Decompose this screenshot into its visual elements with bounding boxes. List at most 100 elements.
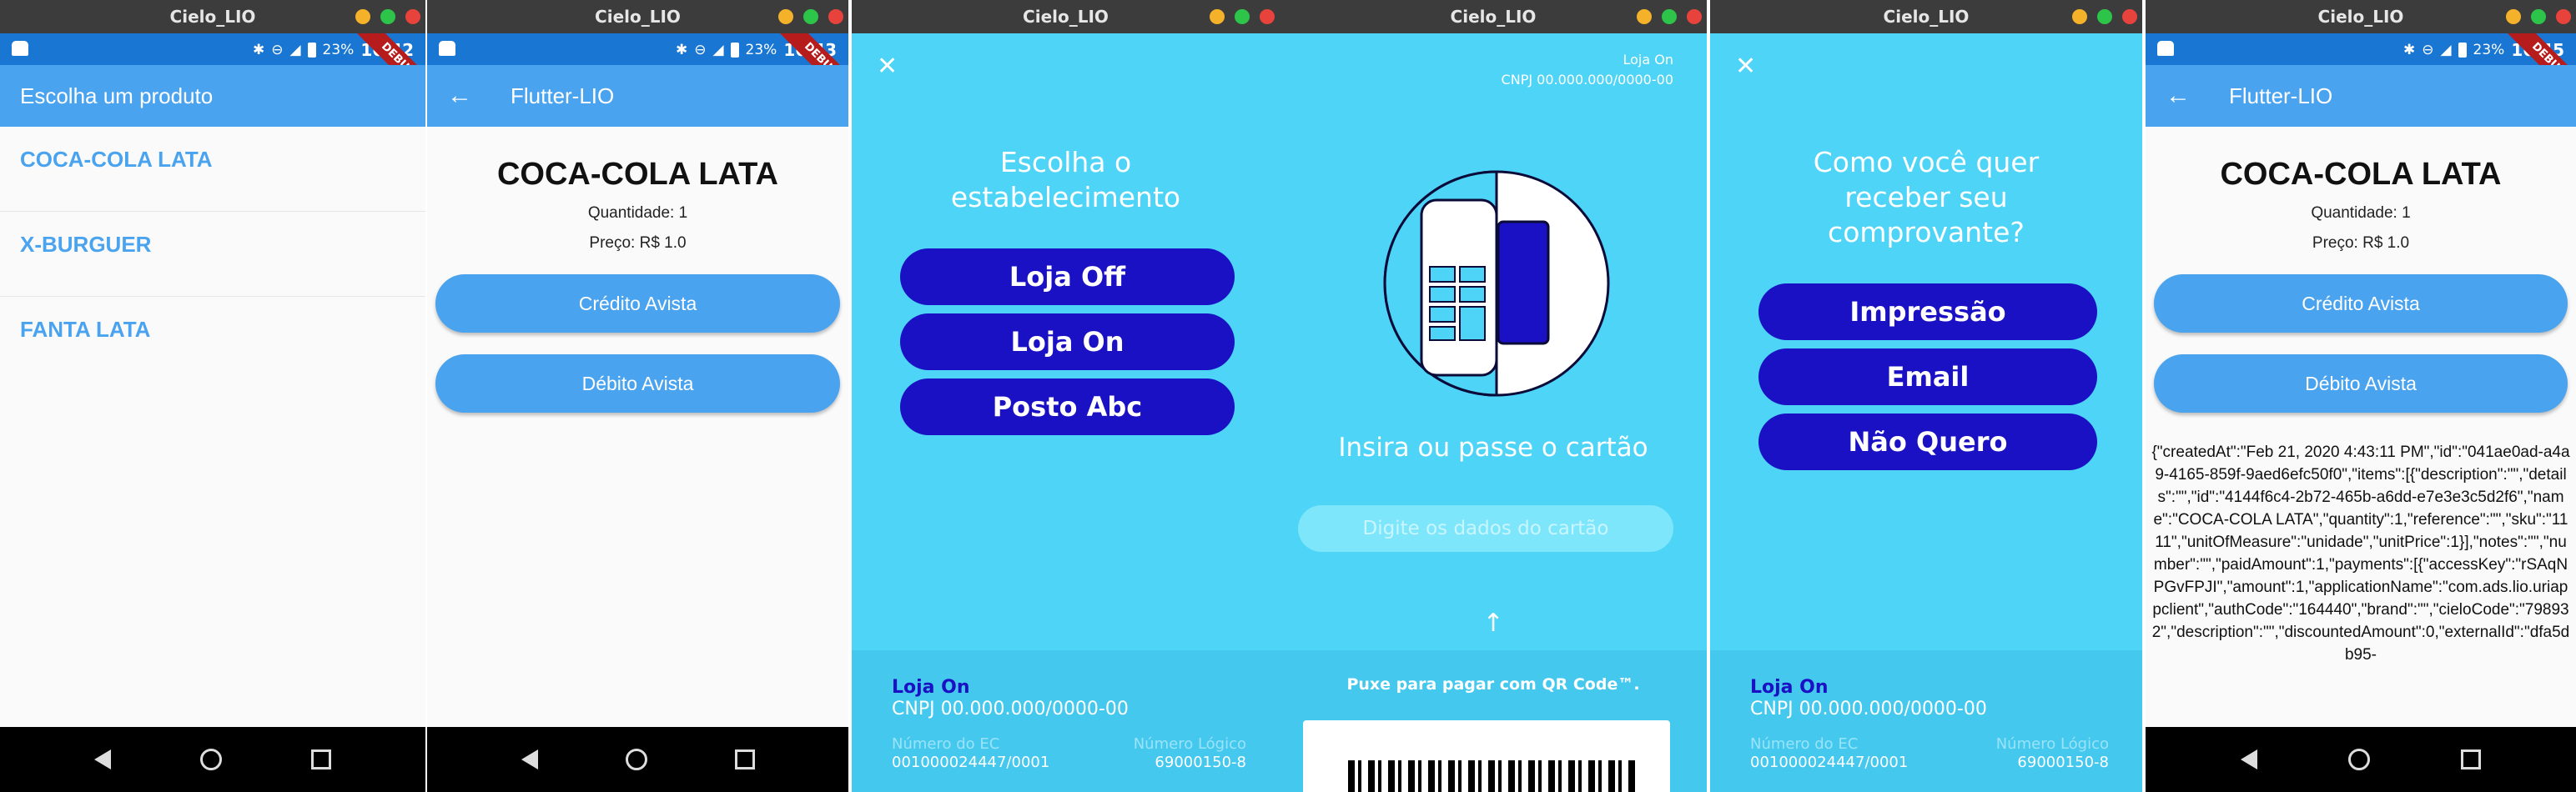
debit-button[interactable]: Débito Avista bbox=[2154, 354, 2568, 413]
credit-button[interactable]: Crédito Avista bbox=[2154, 274, 2568, 333]
app-bar-title: Flutter-LIO bbox=[2229, 83, 2333, 108]
close-icon[interactable]: ✕ bbox=[1735, 52, 1756, 81]
bluetooth-icon: ✱ bbox=[252, 42, 265, 58]
app-bar-title: Flutter-LIO bbox=[511, 83, 615, 108]
qr-hint: Puxe para pagar com QR Code™. bbox=[1346, 675, 1640, 694]
debit-button[interactable]: Débito Avista bbox=[435, 354, 840, 413]
close-button[interactable] bbox=[2122, 9, 2137, 24]
qr-pay-panel: Puxe para pagar com QR Code™. bbox=[1280, 650, 1707, 792]
back-arrow-icon[interactable]: ← bbox=[2166, 65, 2191, 127]
close-button[interactable] bbox=[1260, 9, 1275, 24]
dnd-icon: ⊖ bbox=[2422, 42, 2434, 58]
maximize-button[interactable] bbox=[2531, 9, 2546, 24]
maximize-button[interactable] bbox=[380, 9, 395, 24]
window-title: Cielo_LIO bbox=[169, 7, 256, 27]
logic-value: 69000150-8 bbox=[2017, 754, 2109, 771]
android-icon bbox=[2157, 41, 2174, 56]
window-product-detail: Cielo_LIO ✱ ⊖ ◢ 23% 16:43 DEBUG ← Flutte… bbox=[427, 0, 848, 792]
receipt-option[interactable]: Não Quero bbox=[1758, 414, 2097, 470]
app-bar: ← Flutter-LIO bbox=[2146, 65, 2576, 127]
product-detail: COCA-COLA LATA Quantidade: 1 Preço: R$ 1… bbox=[2146, 127, 2576, 727]
lio-screen: ✕ Como você quer receber seu comprovante… bbox=[1710, 33, 2142, 792]
window-titlebar[interactable]: Cielo_LIO bbox=[427, 0, 848, 33]
window-receipt-choice: Cielo_LIO ✕ Como você quer receber seu c… bbox=[1710, 0, 2142, 792]
maximize-button[interactable] bbox=[1235, 9, 1250, 24]
window-product-list: Cielo_LIO ✱ ⊖ ◢ 23% 16:42 DEBUG Escolha … bbox=[0, 0, 425, 792]
terminal-info-footer: Loja On CNPJ 00.000.000/0000-00 Número d… bbox=[852, 650, 1280, 792]
clock: 16:43 bbox=[783, 40, 837, 60]
window-titlebar[interactable]: Cielo_LIO bbox=[1710, 0, 2142, 33]
battery-level: 23% bbox=[745, 42, 777, 58]
window-card-payment: Cielo_LIO Loja On CNPJ 00.000.000/0000-0… bbox=[1280, 0, 1707, 792]
maximize-button[interactable] bbox=[1662, 9, 1677, 24]
window-title: Cielo_LIO bbox=[595, 7, 681, 27]
card-instruction: Insira ou passe o cartão bbox=[1338, 433, 1648, 463]
signal-icon: ◢ bbox=[712, 42, 724, 58]
minimize-button[interactable] bbox=[1210, 9, 1225, 24]
window-titlebar[interactable]: Cielo_LIO bbox=[852, 0, 1280, 33]
manual-entry-button[interactable]: Digite os dados do cartão bbox=[1298, 505, 1673, 552]
home-nav-icon[interactable] bbox=[2347, 749, 2370, 770]
terminal-info-footer: Loja On CNPJ 00.000.000/0000-00 Número d… bbox=[1710, 650, 2142, 792]
recents-nav-icon[interactable] bbox=[734, 749, 755, 769]
establishment-option[interactable]: Posto Abc bbox=[900, 378, 1235, 435]
close-icon[interactable]: ✕ bbox=[877, 52, 898, 81]
minimize-button[interactable] bbox=[1637, 9, 1652, 24]
app-bar: ← Flutter-LIO bbox=[427, 65, 848, 127]
ec-value: 001000024447/0001 bbox=[892, 754, 1050, 771]
back-arrow-icon[interactable]: ← bbox=[447, 65, 472, 127]
maximize-button[interactable] bbox=[2097, 9, 2112, 24]
payment-response-text: {"createdAt":"Feb 21, 2020 4:43:11 PM","… bbox=[2151, 444, 2570, 664]
nav-bar bbox=[2146, 727, 2576, 792]
minimize-button[interactable] bbox=[2506, 9, 2521, 24]
back-nav-icon[interactable] bbox=[94, 749, 112, 769]
close-button[interactable] bbox=[1687, 9, 1702, 24]
back-nav-icon[interactable] bbox=[521, 749, 538, 769]
battery-level: 23% bbox=[322, 42, 355, 58]
logic-label: Número Lógico bbox=[1995, 735, 2109, 753]
credit-button[interactable]: Crédito Avista bbox=[435, 274, 840, 333]
battery-level: 23% bbox=[2473, 42, 2505, 58]
recents-nav-icon[interactable] bbox=[310, 749, 331, 769]
product-detail: COCA-COLA LATA Quantidade: 1 Preço: R$ 1… bbox=[427, 127, 848, 727]
footer-cnpj: CNPJ 00.000.000/0000-00 bbox=[1750, 699, 1987, 719]
establishment-option[interactable]: Loja On bbox=[900, 313, 1235, 370]
list-item[interactable]: X-BURGUER bbox=[0, 212, 425, 297]
qr-card[interactable] bbox=[1303, 720, 1670, 792]
window-choose-establishment: Cielo_LIO ✕ Escolha o estabelecimento Lo… bbox=[852, 0, 1280, 792]
recents-nav-icon[interactable] bbox=[2460, 749, 2481, 769]
product-name: COCA-COLA LATA bbox=[496, 157, 778, 192]
list-item[interactable]: COCA-COLA LATA bbox=[0, 127, 425, 212]
minimize-button[interactable] bbox=[778, 9, 793, 24]
ec-value: 001000024447/0001 bbox=[1750, 754, 1909, 771]
screen-heading: Como você quer receber seu comprovante? bbox=[1813, 146, 2040, 248]
product-price: Preço: R$ 1.0 bbox=[589, 234, 687, 252]
ec-label: Número do EC bbox=[1750, 735, 1859, 753]
establishment-option[interactable]: Loja Off bbox=[900, 248, 1235, 305]
up-arrow-icon[interactable]: ↑ bbox=[1280, 609, 1707, 638]
home-nav-icon[interactable] bbox=[199, 749, 222, 770]
window-titlebar[interactable]: Cielo_LIO bbox=[0, 0, 425, 33]
back-nav-icon[interactable] bbox=[2241, 749, 2258, 769]
window-titlebar[interactable]: Cielo_LIO bbox=[2146, 0, 2576, 33]
app-bar-title: Escolha um produto bbox=[20, 83, 214, 108]
ec-label: Número do EC bbox=[892, 735, 1000, 753]
nav-bar bbox=[0, 727, 425, 792]
home-nav-icon[interactable] bbox=[625, 749, 647, 770]
list-item[interactable]: FANTA LATA bbox=[0, 297, 425, 382]
footer-store: Loja On bbox=[1750, 677, 1829, 698]
close-button[interactable] bbox=[405, 9, 420, 24]
close-button[interactable] bbox=[828, 9, 843, 24]
footer-cnpj: CNPJ 00.000.000/0000-00 bbox=[892, 699, 1129, 719]
receipt-option[interactable]: Email bbox=[1758, 348, 2097, 405]
maximize-button[interactable] bbox=[803, 9, 818, 24]
app-bar: Escolha um produto bbox=[0, 65, 425, 127]
minimize-button[interactable] bbox=[355, 9, 370, 24]
logic-label: Número Lógico bbox=[1133, 735, 1246, 753]
close-button[interactable] bbox=[2556, 9, 2571, 24]
minimize-button[interactable] bbox=[2072, 9, 2087, 24]
receipt-option[interactable]: Impressão bbox=[1758, 283, 2097, 340]
product-quantity: Quantidade: 1 bbox=[587, 204, 688, 222]
battery-icon bbox=[730, 43, 739, 58]
window-titlebar[interactable]: Cielo_LIO bbox=[1280, 0, 1707, 33]
